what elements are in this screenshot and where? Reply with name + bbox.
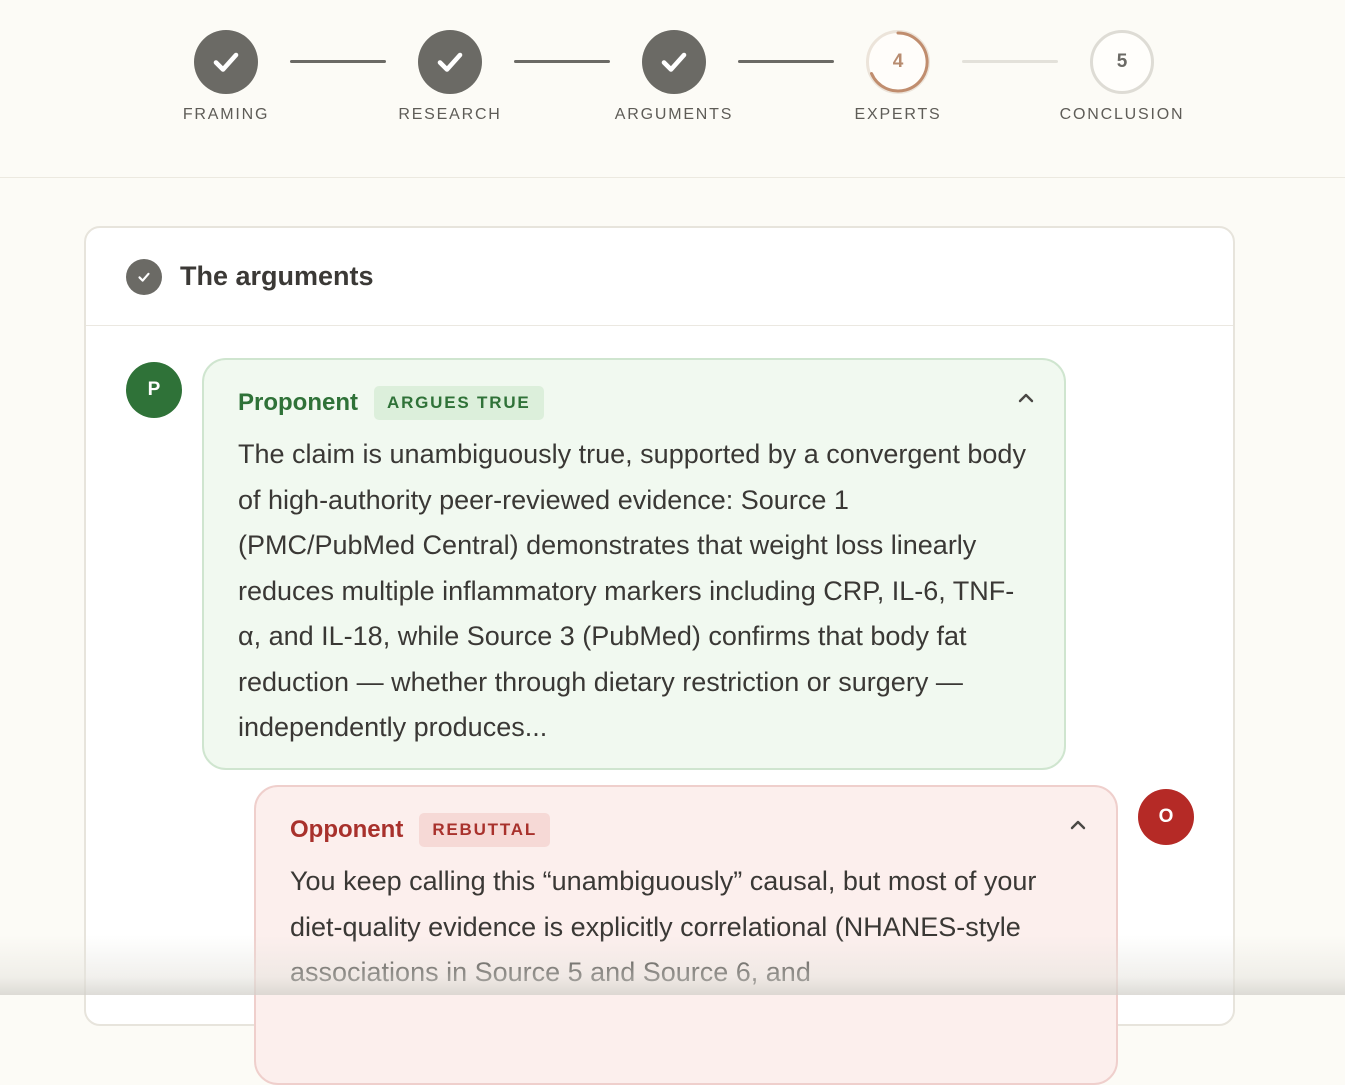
check-icon xyxy=(661,52,687,72)
step-framing[interactable]: FRAMING xyxy=(146,30,306,124)
step-label: FRAMING xyxy=(182,106,270,123)
argument-header: Opponent REBUTTAL xyxy=(290,811,1082,849)
step-label: RESEARCH xyxy=(398,106,502,123)
step-label: EXPERTS xyxy=(854,106,942,123)
step-circle xyxy=(418,30,482,94)
check-icon xyxy=(138,272,150,282)
collapse-button[interactable] xyxy=(1014,386,1038,410)
progress-stepper: FRAMING RESEARCH ARGUMENTS 4 EXPERTS 5 C… xyxy=(0,0,1345,178)
step-circle-current: 4 xyxy=(866,30,930,94)
step-circle xyxy=(642,30,706,94)
step-circle-pending: 5 xyxy=(1090,30,1154,94)
argument-text: The claim is unambiguously true, support… xyxy=(238,439,1026,742)
check-icon xyxy=(213,52,239,72)
opponent-avatar: O xyxy=(1138,789,1194,845)
step-number: 5 xyxy=(1116,51,1128,72)
stance-badge: REBUTTAL xyxy=(419,813,551,847)
step-research[interactable]: RESEARCH xyxy=(370,30,530,124)
opponent-argument: Opponent REBUTTAL You keep calling this … xyxy=(254,785,1118,1085)
step-label: ARGUMENTS xyxy=(614,106,734,123)
argument-header: Proponent ARGUES TRUE xyxy=(238,384,1030,422)
chevron-up-icon xyxy=(1018,393,1034,403)
card-title: The arguments xyxy=(180,261,374,291)
step-number: 4 xyxy=(892,51,904,72)
stance-badge: ARGUES TRUE xyxy=(374,386,544,420)
card-header: The arguments xyxy=(86,228,1233,326)
speaker-name: Opponent xyxy=(290,816,404,843)
proponent-avatar: P xyxy=(126,362,182,418)
chevron-up-icon xyxy=(1070,820,1086,830)
argument-text: You keep calling this “unambiguously” ca… xyxy=(290,866,1037,987)
check-icon xyxy=(437,52,463,72)
step-experts[interactable]: 4 EXPERTS xyxy=(818,30,978,124)
arguments-card: The arguments P Proponent ARGUES TRUE Th… xyxy=(84,226,1235,1085)
step-circle xyxy=(194,30,258,94)
step-conclusion[interactable]: 5 CONCLUSION xyxy=(1042,30,1202,124)
section-complete-badge xyxy=(126,258,162,295)
step-arguments[interactable]: ARGUMENTS xyxy=(594,30,754,124)
speaker-name: Proponent xyxy=(238,389,358,416)
proponent-argument: Proponent ARGUES TRUE The claim is unamb… xyxy=(202,358,1066,770)
step-label: CONCLUSION xyxy=(1059,106,1185,123)
collapse-button[interactable] xyxy=(1066,813,1090,837)
